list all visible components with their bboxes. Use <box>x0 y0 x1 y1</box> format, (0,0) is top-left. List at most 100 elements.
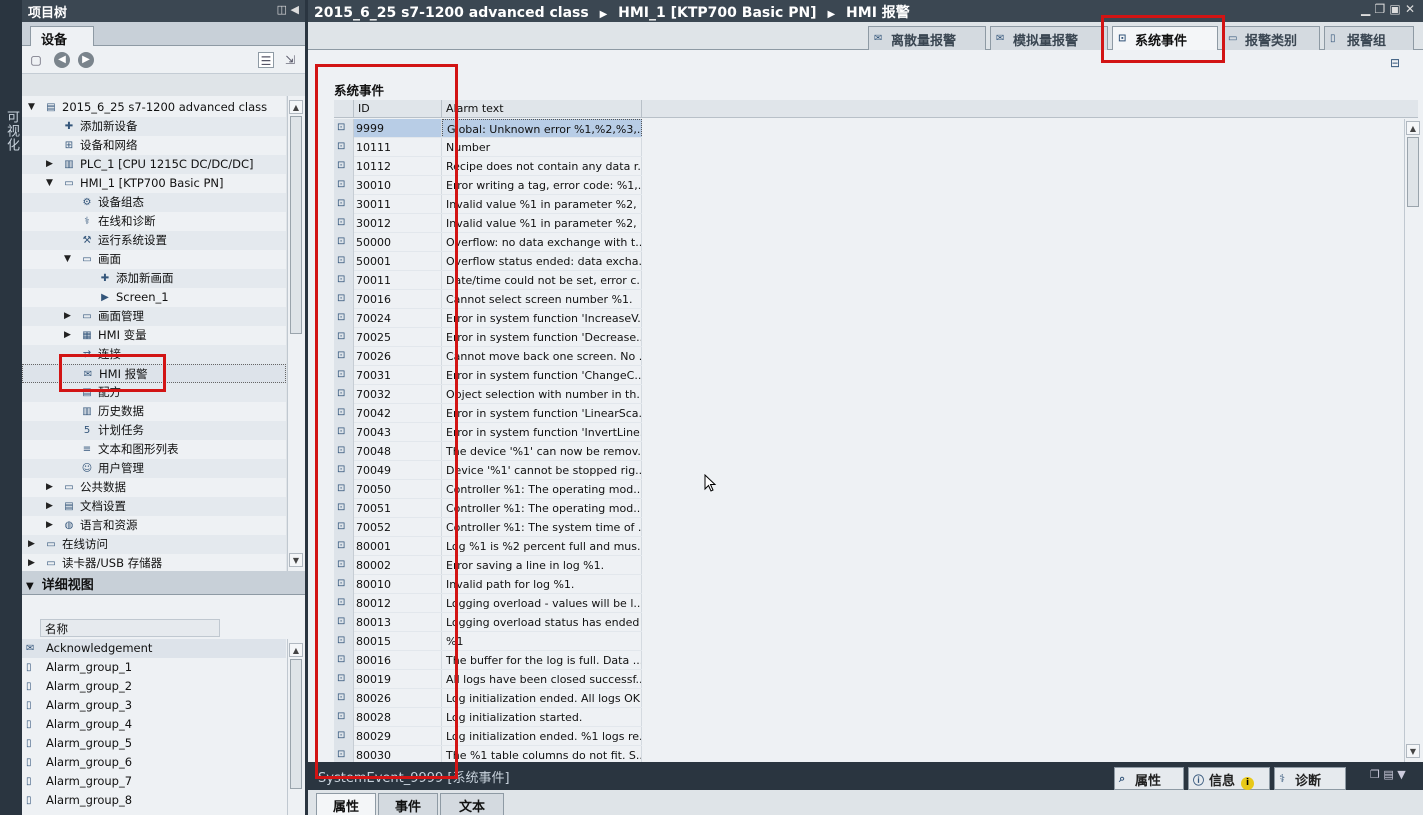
table-row[interactable]: ⊡ 10111 Number <box>334 138 1404 157</box>
row-icon-cell[interactable]: ⊡ <box>334 480 354 499</box>
editor-options-icon[interactable]: ⊟ <box>1390 56 1406 72</box>
detail-list-item[interactable]: ▯ Alarm_group_2 <box>22 677 286 696</box>
tree-node[interactable]: ▶ Screen_1 <box>22 288 286 307</box>
tab-devices[interactable]: 设备 <box>30 26 94 48</box>
collapsed-arrow-icon[interactable]: ▶ <box>28 554 38 571</box>
cell-id[interactable]: 70048 <box>354 442 442 461</box>
detail-scroll-up-icon[interactable]: ▲ <box>289 643 303 657</box>
cell-alarm-text[interactable]: Error in system function 'Decrease... <box>442 328 642 347</box>
tab-properties-right[interactable]: ⌕ 属性 <box>1114 767 1184 790</box>
row-icon-cell[interactable]: ⊡ <box>334 556 354 575</box>
cell-id[interactable]: 80013 <box>354 613 442 632</box>
tree-node[interactable]: ▶ ▥ PLC_1 [CPU 1215C DC/DC/DC] <box>22 155 286 174</box>
tab-system-events[interactable]: ⊡ 系统事件 <box>1112 26 1218 51</box>
cell-alarm-text[interactable]: Cannot select screen number %1. <box>442 290 642 309</box>
tree-node[interactable]: ☺ 用户管理 <box>22 459 286 478</box>
cell-alarm-text[interactable]: Log %1 is %2 percent full and mus... <box>442 537 642 556</box>
cell-id[interactable]: 80002 <box>354 556 442 575</box>
visualization-side-strip[interactable]: 可视化 <box>0 0 22 815</box>
table-row[interactable]: ⊡ 70032 Object selection with number in th… <box>334 385 1404 404</box>
row-icon-cell[interactable]: ⊡ <box>334 518 354 537</box>
row-icon-cell[interactable]: ⊡ <box>334 708 354 727</box>
table-row[interactable]: ⊡ 80019 All logs have been closed successf… <box>334 670 1404 689</box>
tab-info[interactable]: ⓘ 信息 i <box>1188 767 1270 790</box>
table-row[interactable]: ⊡ 80016 The buffer for the log is full. Da… <box>334 651 1404 670</box>
cell-id[interactable]: 80001 <box>354 537 442 556</box>
row-icon-cell[interactable]: ⊡ <box>334 138 354 157</box>
forward-icon[interactable]: ▶ <box>78 52 94 68</box>
row-icon-cell[interactable]: ⊡ <box>334 423 354 442</box>
detail-list-item[interactable]: ▯ Alarm_group_5 <box>22 734 286 753</box>
collapsed-arrow-icon[interactable]: ▶ <box>28 535 38 554</box>
tree-node[interactable]: ▼ ▭ HMI_1 [KTP700 Basic PN] <box>22 174 286 193</box>
table-row[interactable]: ⊡ 70042 Error in system function 'LinearSc… <box>334 404 1404 423</box>
cell-alarm-text[interactable]: The device '%1' can now be remov... <box>442 442 642 461</box>
tree-node[interactable]: ⚒ 运行系统设置 <box>22 231 286 250</box>
table-row[interactable]: ⊡ 80029 Log initialization ended. %1 logs … <box>334 727 1404 746</box>
row-icon-cell[interactable]: ⊡ <box>334 670 354 689</box>
row-icon-cell[interactable]: ⊡ <box>334 632 354 651</box>
tree-node[interactable]: ▶ ▭ 在线访问 <box>22 535 286 554</box>
scroll-down-icon[interactable]: ▼ <box>289 553 303 567</box>
row-icon-cell[interactable]: ⊡ <box>334 157 354 176</box>
close-icon[interactable]: ✕ <box>1405 2 1415 16</box>
row-icon-cell[interactable]: ⊡ <box>334 404 354 423</box>
cell-id[interactable]: 70050 <box>354 480 442 499</box>
cell-alarm-text[interactable]: The buffer for the log is full. Data ... <box>442 651 642 670</box>
tab-properties[interactable]: 属性 <box>316 793 376 815</box>
row-icon-cell[interactable]: ⊡ <box>334 537 354 556</box>
collapsed-arrow-icon[interactable]: ▶ <box>46 516 56 535</box>
inspector-window-controls[interactable]: ❐ ▤ ▼ <box>1370 768 1406 781</box>
table-row[interactable]: ⊡ 70043 Error in system function 'InvertLi… <box>334 423 1404 442</box>
cell-alarm-text[interactable]: Invalid path for log %1. <box>442 575 642 594</box>
table-row[interactable]: ⊡ 70011 Date/time could not be set, error … <box>334 271 1404 290</box>
cell-id[interactable]: 30010 <box>354 176 442 195</box>
cell-alarm-text[interactable]: Logging overload - values will be l... <box>442 594 642 613</box>
grid-scroll-thumb[interactable] <box>1407 137 1419 207</box>
cell-id[interactable]: 70025 <box>354 328 442 347</box>
cell-alarm-text[interactable]: All logs have been closed successf... <box>442 670 642 689</box>
cell-alarm-text[interactable]: Log initialization started. <box>442 708 642 727</box>
table-row[interactable]: ⊡ 50001 Overflow status ended: data excha.… <box>334 252 1404 271</box>
cell-alarm-text[interactable]: Device '%1' cannot be stopped rig... <box>442 461 642 480</box>
table-row[interactable]: ⊡ 80028 Log initialization started. <box>334 708 1404 727</box>
cell-id[interactable]: 80030 <box>354 746 442 762</box>
row-icon-cell[interactable]: ⊡ <box>334 195 354 214</box>
inspector-layout-icon[interactable]: ▤ <box>1383 768 1393 781</box>
detail-scroll-thumb[interactable] <box>290 659 302 789</box>
detail-list-item[interactable]: ▯ Alarm_group_4 <box>22 715 286 734</box>
column-alarm-text[interactable]: Alarm text <box>442 100 642 118</box>
cell-alarm-text[interactable]: Controller %1: The operating mod... <box>442 499 642 518</box>
tree-node[interactable]: ▶ ▦ HMI 变量 <box>22 326 286 345</box>
pane-controls[interactable]: ◫ ◀ <box>277 3 299 16</box>
cell-id[interactable]: 70051 <box>354 499 442 518</box>
tree-node[interactable]: ▶ ▭ 画面管理 <box>22 307 286 326</box>
breadcrumb-editor[interactable]: HMI 报警 <box>846 5 910 21</box>
table-row[interactable]: ⊡ 70031 Error in system function 'ChangeC.… <box>334 366 1404 385</box>
row-icon-cell[interactable]: ⊡ <box>334 366 354 385</box>
row-icon-cell[interactable]: ⊡ <box>334 271 354 290</box>
cell-alarm-text[interactable]: Invalid value %1 in parameter %2, ... <box>442 195 642 214</box>
maximize-icon[interactable]: ▣ <box>1389 2 1400 16</box>
cell-alarm-text[interactable]: Error in system function 'IncreaseV... <box>442 309 642 328</box>
tree-node[interactable]: ⚕ 在线和诊断 <box>22 212 286 231</box>
collapsed-arrow-icon[interactable]: ▶ <box>64 307 74 326</box>
minimize-icon[interactable]: ▁ <box>1361 2 1370 16</box>
cell-alarm-text[interactable]: Number <box>442 138 642 157</box>
table-row[interactable]: ⊡ 70016 Cannot select screen number %1. <box>334 290 1404 309</box>
tab-alarm-classes[interactable]: ▭ 报警类别 <box>1222 26 1320 50</box>
cell-id[interactable]: 70016 <box>354 290 442 309</box>
cell-alarm-text[interactable]: Object selection with number in th... <box>442 385 642 404</box>
cell-alarm-text[interactable]: Logging overload status has ended <box>442 613 642 632</box>
cell-alarm-text[interactable]: Overflow status ended: data excha... <box>442 252 642 271</box>
table-row[interactable]: ⊡ 30010 Error writing a tag, error code: %… <box>334 176 1404 195</box>
table-row[interactable]: ⊡ 70026 Cannot move back one screen. No ..… <box>334 347 1404 366</box>
row-icon-cell[interactable]: ⊡ <box>334 689 354 708</box>
collapse-left-icon[interactable]: ◀ <box>291 3 299 16</box>
cell-alarm-text[interactable]: Log initialization ended. %1 logs re... <box>442 727 642 746</box>
table-row[interactable]: ⊡ 80030 The %1 table columns do not fit. S… <box>334 746 1404 762</box>
cell-alarm-text[interactable]: Global: Unknown error %1,%2,%3,... <box>442 119 642 138</box>
tree-node[interactable]: ⊞ 设备和网络 <box>22 136 286 155</box>
cell-id[interactable]: 70011 <box>354 271 442 290</box>
tab-diagnostics[interactable]: ⚕ 诊断 <box>1274 767 1346 790</box>
